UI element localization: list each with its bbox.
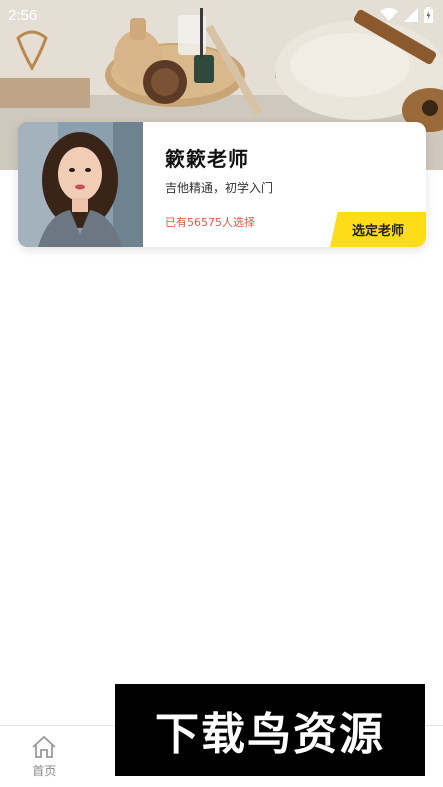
- status-time: 2:56: [8, 6, 38, 24]
- teacher-photo: [18, 122, 143, 247]
- select-teacher-button[interactable]: 选定老师: [330, 212, 426, 247]
- status-icons: [380, 7, 433, 23]
- teacher-card[interactable]: 簌簌老师 吉他精通，初学入门 已有56575人选择 选定老师: [18, 122, 426, 247]
- signal-icon: [404, 8, 418, 22]
- teacher-portrait-image: [18, 122, 143, 247]
- watermark-text: 下载鸟资源: [155, 709, 385, 760]
- watermark-banner: 下载鸟资源: [115, 684, 425, 776]
- home-icon: [32, 735, 56, 758]
- nav-item-home[interactable]: 首页: [0, 729, 88, 785]
- status-bar: 2:56: [0, 0, 443, 30]
- teacher-description: 吉他精通，初学入门: [165, 181, 274, 195]
- teacher-name: 簌簌老师: [165, 147, 249, 171]
- nav-label-home: 首页: [32, 763, 57, 778]
- teacher-info: 簌簌老师 吉他精通，初学入门 已有56575人选择 选定老师: [165, 122, 426, 247]
- battery-icon: [424, 7, 433, 23]
- wifi-icon: [380, 8, 398, 21]
- selected-count: 已有56575人选择: [165, 216, 255, 229]
